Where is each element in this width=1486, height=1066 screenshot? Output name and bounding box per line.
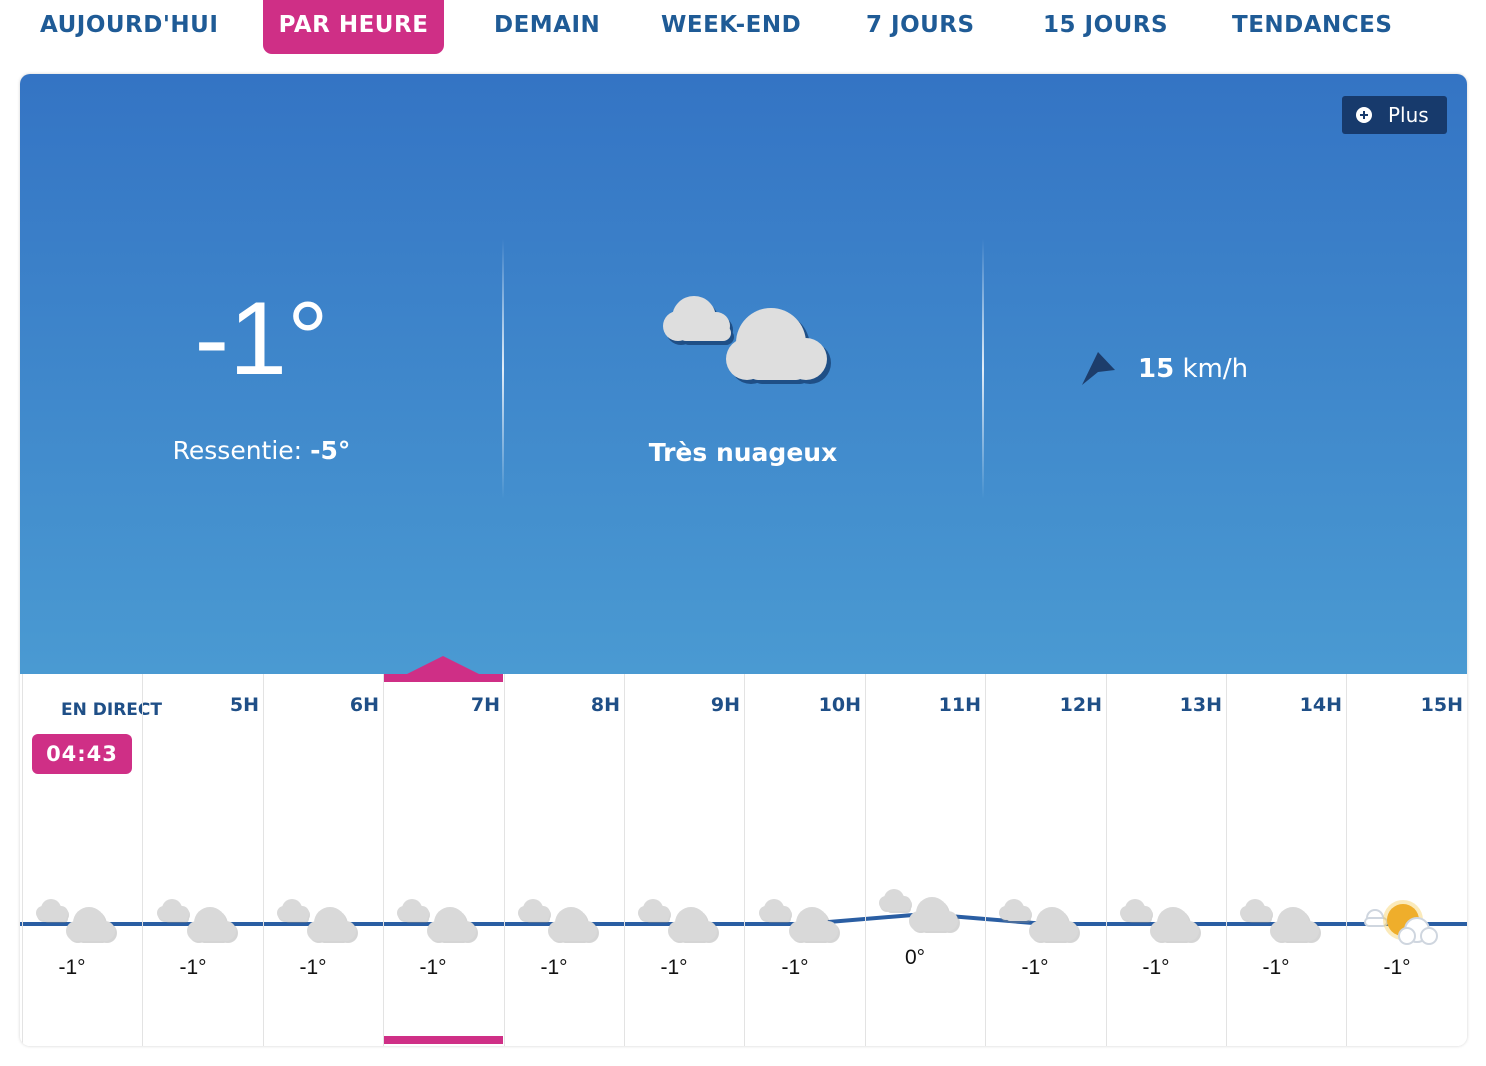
hour-temperature: -1° [540,956,568,979]
hour-temperature: -1° [1021,956,1049,979]
hour-label[interactable]: 9H [624,694,740,716]
hour-temperature: -1° [1383,956,1411,979]
hour-label[interactable]: 12H [986,694,1102,716]
hour-label[interactable]: 7H [384,694,500,716]
hour-temperature: -1° [1142,956,1170,979]
cloudy-icon [755,896,845,946]
hour-temperature: -1° [58,956,86,979]
hour-column-divider [744,674,745,1046]
cloudy-icon [393,896,483,946]
hour-temperature: -1° [1262,956,1290,979]
hour-temperature: -1° [419,956,447,979]
hour-label[interactable]: 13H [1106,694,1222,716]
tab-7-jours[interactable]: 7 JOURS [866,0,975,54]
hour-temperature: -1° [179,956,207,979]
tab-par-heure[interactable]: PAR HEURE [263,0,444,54]
feels-like-label: Ressentie: [172,436,303,465]
cloudy-icon [514,896,604,946]
cloudy-icon [1116,896,1206,946]
feels-like-value: -5° [310,436,351,465]
feels-like: Ressentie: -5° [20,436,503,465]
plus-button-label: Plus [1388,103,1429,127]
hourly-timeline: EN DIRECT 04:43 5H 6H 7H 8H 9H 10H 11H 12H 13H 14… [20,656,1467,1046]
tab-week-end[interactable]: WEEK-END [661,0,801,54]
hour-column-divider [1346,674,1347,1046]
hour-label[interactable]: 6H [263,694,379,716]
hour-temperature: -1° [781,956,809,979]
hour-temperature: -1° [299,956,327,979]
hour-label[interactable]: 15H [1347,694,1463,716]
hour-column-divider [504,674,505,1046]
hour-column-divider [985,674,986,1046]
wind-direction-arrow-icon [1082,352,1115,385]
hour-label[interactable]: 8H [504,694,620,716]
hour-column-divider [624,674,625,1046]
hour-column-divider [383,674,384,1046]
current-temperature: -1° [194,281,329,397]
plus-button[interactable]: Plus [1342,96,1447,134]
tab-15-jours[interactable]: 15 JOURS [1043,0,1168,54]
hour-label[interactable]: 14H [1226,694,1342,716]
hour-column-divider [22,674,23,1046]
tab-demain[interactable]: DEMAIN [494,0,600,54]
hour-column-divider [263,674,264,1046]
tab-aujourdhui[interactable]: AUJOURD'HUI [40,0,218,54]
plus-circle-icon [1356,107,1372,123]
forecast-tabs: AUJOURD'HUI PAR HEURE DEMAIN WEEK-END 7 … [0,0,1486,56]
hour-column-divider [1106,674,1107,1046]
cloudy-icon [875,886,965,936]
wind-speed-value: 15 [1138,354,1175,384]
cloudy-icon [1236,896,1326,946]
partly-sunny-icon [1357,896,1447,946]
hour-column-divider [1226,674,1227,1046]
hour-label[interactable]: 11H [865,694,981,716]
hour-column-divider [142,674,143,1046]
cloudy-icon [995,896,1085,946]
wind-speed-unit: km/h [1182,354,1249,384]
tab-tendances[interactable]: TENDANCES [1232,0,1392,54]
hour-label[interactable]: 5H [143,694,259,716]
hour-temperature: 0° [904,946,926,969]
condition-label: Très nuageux [648,438,838,467]
cloudy-icon [153,896,243,946]
selected-hour-pointer [403,656,483,676]
cloudy-icon [634,896,724,946]
weather-card: Plus -1° Ressentie: -5° Très nuageux 15 … [20,74,1467,1046]
wind-speed: 15 km/h [1138,354,1248,384]
current-conditions-panel: Plus -1° Ressentie: -5° Très nuageux 15 … [20,74,1467,674]
cloudy-icon [32,896,122,946]
hour-label[interactable]: 10H [745,694,861,716]
hour-temperature: -1° [660,956,688,979]
cloudy-icon [273,896,363,946]
cloudy-icon [663,296,831,384]
hour-column-divider [865,674,866,1046]
